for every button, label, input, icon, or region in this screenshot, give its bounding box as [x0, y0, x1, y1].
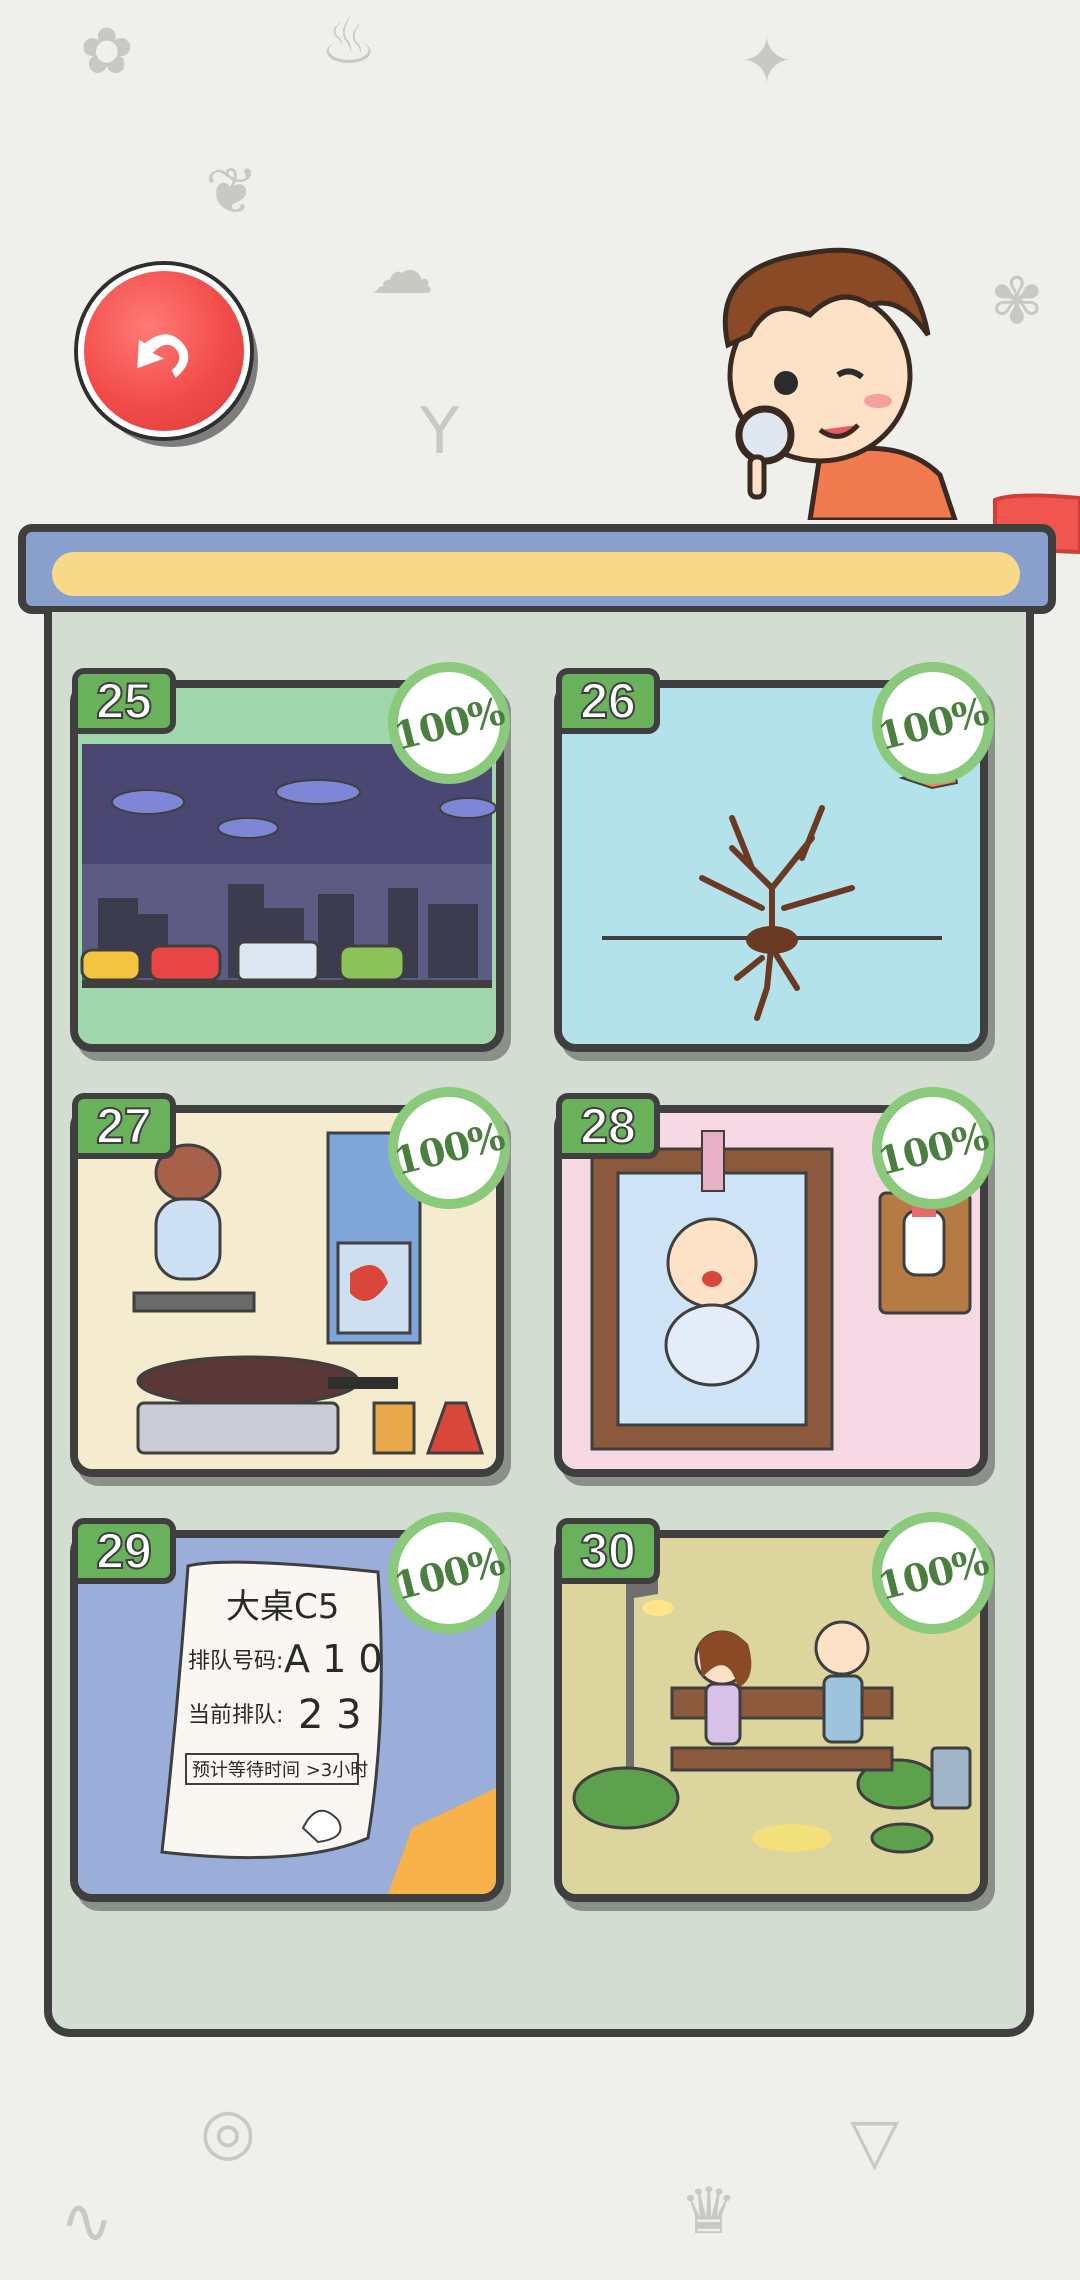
ticket-wait-time: 预计等待时间 >3小时 — [192, 1760, 368, 1781]
level-number-tag: 26 — [556, 668, 660, 734]
cocktail-doodle-icon: Y — [420, 395, 460, 469]
flower-doodle-icon: ✿ — [80, 15, 134, 89]
level-card-29[interactable]: 大桌C5 排队号码: A 1 0 当前排队: 2 3 预计等待时间 >3小时 2… — [70, 1512, 510, 1902]
level-number-tag: 29 — [72, 1518, 176, 1584]
completion-percent: 100% — [389, 1112, 509, 1184]
level-card-30[interactable]: 30 100% — [554, 1512, 994, 1902]
apple-doodle-icon: ❦ — [205, 155, 259, 229]
ticket-current-number: 2 3 — [298, 1692, 362, 1738]
bow-doodle-icon: ✾ — [990, 265, 1044, 339]
progress-header-bar — [18, 524, 1056, 614]
completion-badge: 100% — [388, 662, 510, 784]
star-doodle-icon: ✦ — [740, 25, 794, 99]
level-card-25[interactable]: 25 100% — [70, 662, 510, 1052]
level-number-tag: 28 — [556, 1093, 660, 1159]
completion-badge: 100% — [872, 662, 994, 784]
completion-percent: 100% — [873, 687, 993, 759]
ticket-table-text: 大桌C5 — [226, 1587, 339, 1627]
ticket-queue-number: A 1 0 — [284, 1637, 383, 1681]
completion-percent: 100% — [873, 1537, 993, 1609]
cake-doodle-icon: ♛ — [680, 2175, 738, 2249]
level-card-28[interactable]: 28 100% — [554, 1087, 994, 1477]
level-number-tag: 27 — [72, 1093, 176, 1159]
undo-arrow-icon — [137, 334, 189, 378]
header-progress-fill — [52, 552, 1020, 596]
cake-doodle-icon: ♨ — [320, 5, 378, 79]
ghost-doodle-icon: ☁ — [370, 235, 434, 309]
candy-doodle-icon: ◎ — [200, 2095, 256, 2169]
completion-badge: 100% — [872, 1512, 994, 1634]
completion-badge: 100% — [872, 1087, 994, 1209]
detective-boy-illustration — [722, 247, 958, 520]
level-card-27[interactable]: 27 100% — [70, 1087, 510, 1477]
icecream-doodle-icon: ▽ — [850, 2105, 900, 2179]
level-number-tag: 25 — [72, 668, 176, 734]
completion-percent: 100% — [389, 1537, 509, 1609]
completion-badge: 100% — [388, 1087, 510, 1209]
level-card-26[interactable]: 26 100% — [554, 662, 994, 1052]
completion-badge: 100% — [388, 1512, 510, 1634]
swirl-doodle-icon: ∿ — [60, 2185, 114, 2259]
ticket-queue-label: 排队号码: — [188, 1649, 283, 1674]
level-number-tag: 30 — [556, 1518, 660, 1584]
ticket-current-label: 当前排队: — [188, 1703, 283, 1728]
completion-percent: 100% — [873, 1112, 993, 1184]
back-button[interactable] — [78, 265, 250, 437]
completion-percent: 100% — [389, 687, 509, 759]
